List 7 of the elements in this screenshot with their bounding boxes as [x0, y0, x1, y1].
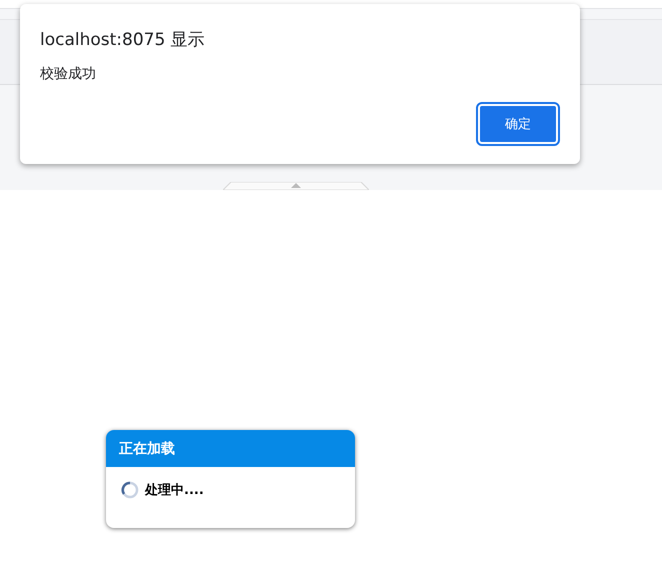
loading-message: 处理中....	[145, 482, 204, 499]
ok-button[interactable]: 确定	[478, 104, 558, 144]
dialog-title: localhost:8075 显示	[40, 29, 206, 51]
dialog-message: 校验成功	[40, 65, 97, 83]
collapse-handle[interactable]	[223, 182, 369, 190]
spinner-icon	[121, 481, 139, 499]
loading-title: 正在加载	[106, 430, 355, 467]
